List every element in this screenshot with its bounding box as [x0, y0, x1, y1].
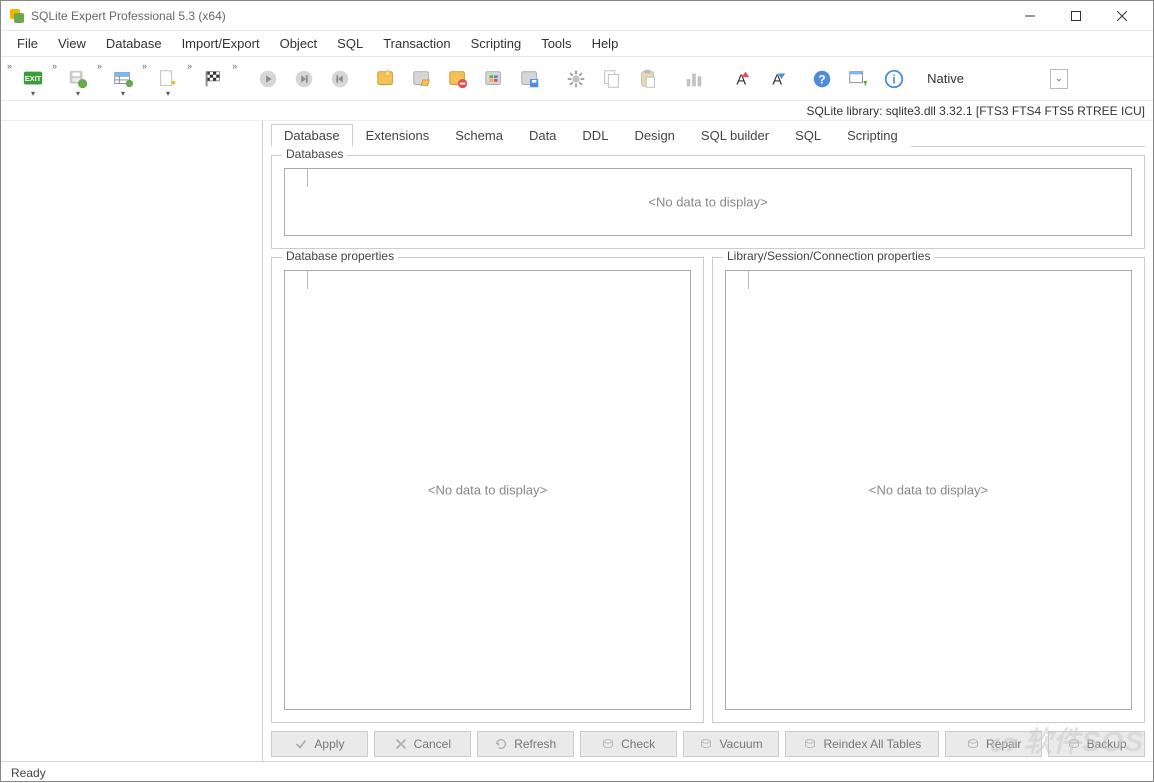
library-info-line: SQLite library: sqlite3.dll 3.32.1 [FTS3…	[1, 101, 1153, 121]
menu-bar: File View Database Import/Export Object …	[1, 31, 1153, 57]
menu-scripting[interactable]: Scripting	[461, 32, 532, 55]
sidebar-tree[interactable]	[1, 121, 263, 761]
menu-import-export[interactable]: Import/Export	[172, 32, 270, 55]
lib-properties-panel: Library/Session/Connection properties <N…	[712, 257, 1145, 723]
reindex-button[interactable]: Reindex All Tables	[785, 731, 939, 757]
window-down-button[interactable]	[841, 62, 875, 96]
tab-extensions[interactable]: Extensions	[353, 124, 443, 147]
action-button-row: Apply Cancel Refresh Check Vacuum Reinde…	[271, 731, 1145, 757]
native-label: Native	[921, 71, 970, 86]
native-selector[interactable]: Native ⌄	[921, 69, 1068, 89]
menu-sql[interactable]: SQL	[327, 32, 373, 55]
db-properties-panel: Database properties <No data to display>	[271, 257, 704, 723]
toolbar-overflow-icon[interactable]: »	[232, 61, 239, 71]
tab-database[interactable]: Database	[271, 124, 353, 147]
tab-design[interactable]: Design	[621, 124, 687, 147]
svg-text:i: i	[892, 72, 895, 86]
chevron-down-icon[interactable]: ⌄	[1050, 69, 1068, 89]
backup-button[interactable]: Backup	[1048, 731, 1145, 757]
menu-file[interactable]: File	[7, 32, 48, 55]
close-button[interactable]	[1099, 1, 1145, 31]
no-data-label: <No data to display>	[428, 483, 547, 498]
finish-flag-button[interactable]	[196, 62, 230, 96]
cancel-button[interactable]: Cancel	[374, 731, 471, 757]
no-data-label: <No data to display>	[869, 483, 988, 498]
databases-legend: Databases	[282, 147, 347, 161]
maximize-button[interactable]	[1053, 1, 1099, 31]
lib-properties-grid[interactable]: <No data to display>	[725, 270, 1132, 710]
apply-button[interactable]: Apply	[271, 731, 368, 757]
repair-button[interactable]: Repair	[945, 731, 1042, 757]
copy-button[interactable]	[595, 62, 629, 96]
tab-schema[interactable]: Schema	[442, 124, 516, 147]
content-area: Database Extensions Schema Data DDL Desi…	[263, 121, 1153, 761]
play-button[interactable]	[251, 62, 285, 96]
toolbar-overflow-icon[interactable]: »	[97, 61, 104, 71]
info-button[interactable]: i	[877, 62, 911, 96]
toolbar: » EXIT » » » » » A A ? i Native ⌄	[1, 57, 1153, 101]
vacuum-button[interactable]: Vacuum	[683, 731, 780, 757]
svg-text:?: ?	[818, 72, 825, 86]
menu-transaction[interactable]: Transaction	[373, 32, 460, 55]
svg-text:EXIT: EXIT	[25, 73, 42, 82]
open-table-button[interactable]	[106, 62, 140, 96]
script-color-button[interactable]	[477, 62, 511, 96]
script-star-button[interactable]	[369, 62, 403, 96]
lib-properties-legend: Library/Session/Connection properties	[723, 249, 934, 263]
tab-strip: Database Extensions Schema Data DDL Desi…	[271, 123, 1145, 147]
db-properties-grid[interactable]: <No data to display>	[284, 270, 691, 710]
library-info-text: SQLite library: sqlite3.dll 3.32.1 [FTS3…	[806, 104, 1145, 118]
status-bar: Ready	[1, 761, 1153, 783]
script-delete-button[interactable]	[441, 62, 475, 96]
menu-tools[interactable]: Tools	[531, 32, 581, 55]
tab-ddl[interactable]: DDL	[569, 124, 621, 147]
step-forward-button[interactable]	[287, 62, 321, 96]
menu-database[interactable]: Database	[96, 32, 172, 55]
db-properties-legend: Database properties	[282, 249, 398, 263]
title-bar: SQLite Expert Professional 5.3 (x64)	[1, 1, 1153, 31]
tab-sql-builder[interactable]: SQL builder	[688, 124, 782, 147]
script-open-button[interactable]	[405, 62, 439, 96]
new-file-button[interactable]	[151, 62, 185, 96]
toolbar-overflow-icon[interactable]: »	[7, 61, 14, 71]
no-data-label: <No data to display>	[648, 195, 767, 210]
settings-button[interactable]	[559, 62, 593, 96]
toolbar-overflow-icon[interactable]: »	[52, 61, 59, 71]
tab-data[interactable]: Data	[516, 124, 569, 147]
help-button[interactable]: ?	[805, 62, 839, 96]
toolbar-overflow-icon[interactable]: »	[187, 61, 194, 71]
menu-help[interactable]: Help	[582, 32, 629, 55]
check-button[interactable]: Check	[580, 731, 677, 757]
status-text: Ready	[11, 766, 273, 780]
menu-object[interactable]: Object	[270, 32, 328, 55]
save-db-button[interactable]	[61, 62, 95, 96]
chart-button[interactable]	[677, 62, 711, 96]
exit-button[interactable]: EXIT	[16, 62, 50, 96]
databases-grid[interactable]: <No data to display>	[284, 168, 1132, 236]
paste-button[interactable]	[631, 62, 665, 96]
toolbar-overflow-icon[interactable]: »	[142, 61, 149, 71]
window-title: SQLite Expert Professional 5.3 (x64)	[31, 9, 226, 23]
tab-sql[interactable]: SQL	[782, 124, 834, 147]
step-back-button[interactable]	[323, 62, 357, 96]
font-decrease-button[interactable]: A	[759, 62, 793, 96]
tab-scripting[interactable]: Scripting	[834, 124, 911, 147]
script-save-button[interactable]	[513, 62, 547, 96]
app-icon	[9, 8, 25, 24]
refresh-button[interactable]: Refresh	[477, 731, 574, 757]
menu-view[interactable]: View	[48, 32, 96, 55]
minimize-button[interactable]	[1007, 1, 1053, 31]
databases-panel: Databases <No data to display>	[271, 155, 1145, 249]
font-increase-button[interactable]: A	[723, 62, 757, 96]
